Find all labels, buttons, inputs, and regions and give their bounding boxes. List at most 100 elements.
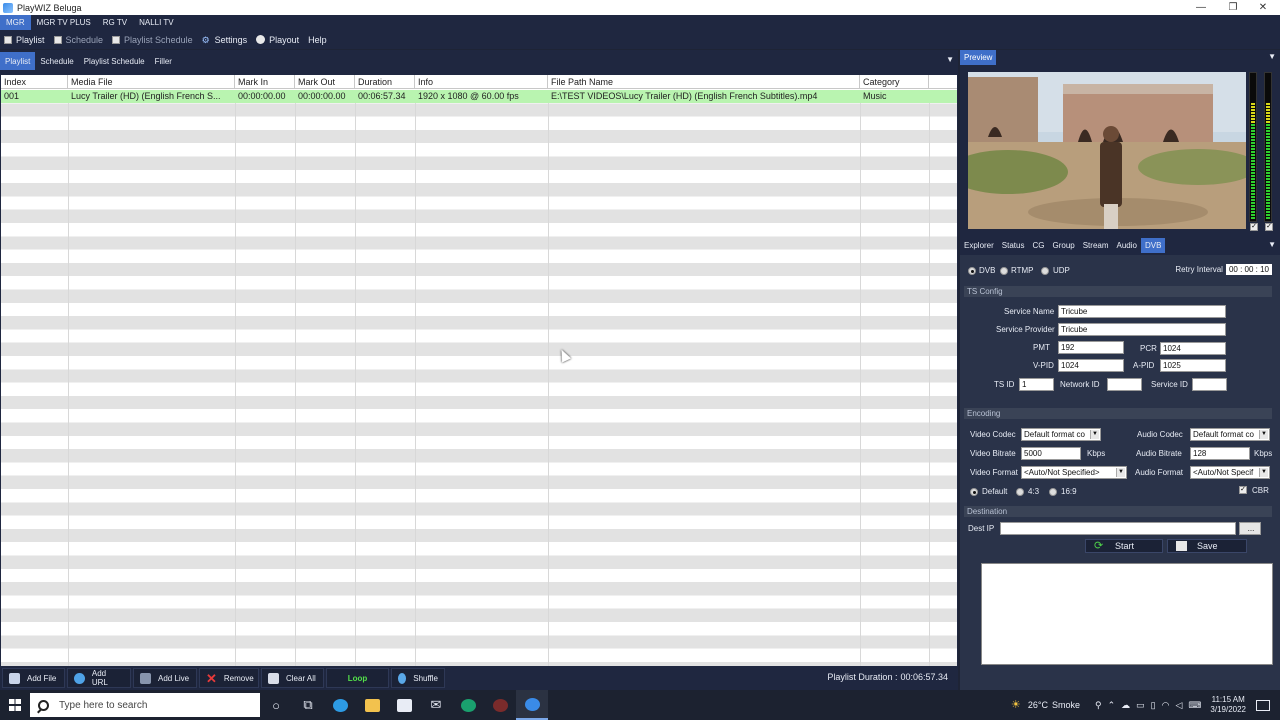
vpid-input[interactable]: 1024 [1058,359,1124,372]
cbr-checkbox[interactable]: ✓ [1239,486,1247,494]
pmt-input[interactable]: 192 [1058,341,1124,354]
clear-all-button[interactable]: Clear All [261,668,324,688]
channel-tab-mgr[interactable]: MGR [0,15,31,30]
people-icon[interactable]: ⚲ [1095,700,1102,711]
col-mark-in[interactable]: Mark In [235,75,295,89]
tab-filler[interactable]: Filler [150,52,177,70]
table-row[interactable]: 001 Lucy Trailer (HD) (English French S.… [1,90,957,103]
start-button[interactable] [0,690,30,720]
add-file-button[interactable]: Add File [2,668,65,688]
right-tabs-dropdown-icon[interactable]: ▼ [1268,240,1276,249]
radio-rtmp[interactable] [1000,267,1008,275]
weather-widget[interactable]: ☀ 26°C Smoke [1011,699,1084,711]
menu-settings[interactable]: ⚙ Settings [202,35,248,45]
pcr-input[interactable]: 1024 [1160,342,1226,355]
add-url-button[interactable]: Add URL [67,668,131,688]
tab-dvb[interactable]: DVB [1140,238,1166,253]
edge-icon[interactable] [324,690,356,720]
apid-input[interactable]: 1025 [1160,359,1226,372]
dvb-form: DVB RTMP UDP Retry Interval 00 : 00 : 10 … [960,255,1280,690]
tab-explorer[interactable]: Explorer [960,238,998,253]
taskbar-search[interactable]: Type here to search [30,693,260,717]
notification-icon[interactable] [1256,699,1270,711]
video-format-select[interactable]: <Auto/Not Specified> ▼ [1021,466,1127,479]
video-bitrate-input[interactable]: 5000 [1021,447,1081,460]
tab-group[interactable]: Group [1048,238,1078,253]
tab-schedule[interactable]: Schedule [35,52,78,70]
radio-aspect-default[interactable] [970,488,978,496]
task-view-icon[interactable]: ⧉ [292,690,324,720]
tabs-dropdown-icon[interactable]: ▼ [946,55,954,64]
audio-format-select[interactable]: <Auto/Not Specif ▼ [1190,466,1270,479]
add-live-button[interactable]: Add Live [133,668,197,688]
radio-aspect-16-9[interactable] [1049,488,1057,496]
tab-audio[interactable]: Audio [1113,238,1141,253]
volume-icon[interactable]: ◁ [1175,700,1182,711]
preview-tab[interactable]: Preview [960,50,997,65]
save-button[interactable]: Save [1167,539,1247,553]
dest-ip-browse-button[interactable]: ... [1239,522,1261,535]
menu-schedule[interactable]: Schedule [53,35,103,45]
wifi-icon[interactable]: ◠ [1162,700,1170,711]
battery-icon[interactable]: ▯ [1151,700,1156,711]
dest-ip-input[interactable] [1000,522,1236,535]
cortana-icon[interactable]: ○ [260,690,292,720]
radio-dvb[interactable] [968,267,976,275]
menu-help[interactable]: Help [308,35,327,45]
audio-codec-select[interactable]: Default format co ▼ [1190,428,1270,441]
network-icon[interactable]: ▭ [1136,700,1145,711]
menu-playlist-schedule[interactable]: Playlist Schedule [112,35,193,45]
channel-tab-mgr-tv-plus[interactable]: MGR TV PLUS [31,15,97,30]
clock[interactable]: 11:15 AM 3/19/2022 [1210,695,1246,715]
video-codec-select[interactable]: Default format co ▼ [1021,428,1101,441]
tab-playlist-schedule[interactable]: Playlist Schedule [79,52,150,70]
tab-stream[interactable]: Stream [1079,238,1113,253]
playwiz-taskbar-icon[interactable] [516,690,548,720]
col-file-path-name[interactable]: File Path Name [548,75,860,89]
playlist-table[interactable]: Index Media File Mark In Mark Out Durati… [1,75,957,667]
minimize-button[interactable]: — [1186,0,1216,15]
language-icon[interactable]: ⌨ [1188,700,1201,711]
channel-tab-nalli-tv[interactable]: NALLI TV [133,15,180,30]
col-mark-out[interactable]: Mark Out [295,75,355,89]
service-name-input[interactable]: Tricube [1058,305,1226,318]
preview-dropdown-icon[interactable]: ▼ [1268,52,1276,61]
start-button[interactable]: ⟳ Start [1085,539,1163,553]
radio-udp[interactable] [1041,267,1049,275]
meter-right-checkbox[interactable]: ✓ [1265,223,1273,231]
maximize-button[interactable]: ❐ [1218,0,1248,15]
store-icon[interactable] [388,690,420,720]
remove-button[interactable]: ✕ Remove [199,668,259,688]
app-red-icon[interactable] [484,690,516,720]
audio-bitrate-input[interactable]: 128 [1190,447,1250,460]
tsid-input[interactable]: 1 [1019,378,1054,391]
service-provider-input[interactable]: Tricube [1058,323,1226,336]
shuffle-button[interactable]: Shuffle [391,668,445,688]
file-explorer-icon[interactable] [356,690,388,720]
channel-tab-rg-tv[interactable]: RG TV [97,15,133,30]
col-category[interactable]: Category [860,75,929,89]
radio-aspect-4-3[interactable] [1016,488,1024,496]
tab-cg[interactable]: CG [1028,238,1048,253]
tab-playlist[interactable]: Playlist [0,52,36,70]
col-info[interactable]: Info [415,75,548,89]
col-duration[interactable]: Duration [355,75,415,89]
show-hidden-icon[interactable]: ⌃ [1108,700,1116,711]
aspect-4-3-label: 4:3 [1028,487,1040,496]
network-id-input[interactable] [1107,378,1142,391]
mail-icon[interactable]: ✉ [420,690,452,720]
meter-left-checkbox[interactable]: ✓ [1250,223,1258,231]
app-edge-dev-icon[interactable] [452,690,484,720]
col-index[interactable]: Index [1,75,68,89]
apid-label: A-PID [1133,361,1155,370]
preview-header: Preview ▼ [960,50,1280,65]
menu-playout[interactable]: Playout [256,35,299,45]
close-button[interactable]: ✕ [1248,0,1278,15]
col-media-file[interactable]: Media File [68,75,235,89]
cloud-icon[interactable]: ☁ [1121,700,1130,711]
service-id-input[interactable] [1192,378,1227,391]
loop-button[interactable]: Loop [326,668,389,688]
menu-playlist[interactable]: Playlist [4,35,45,45]
retry-interval-input[interactable]: 00 : 00 : 10 [1225,264,1272,275]
tab-status[interactable]: Status [998,238,1029,253]
